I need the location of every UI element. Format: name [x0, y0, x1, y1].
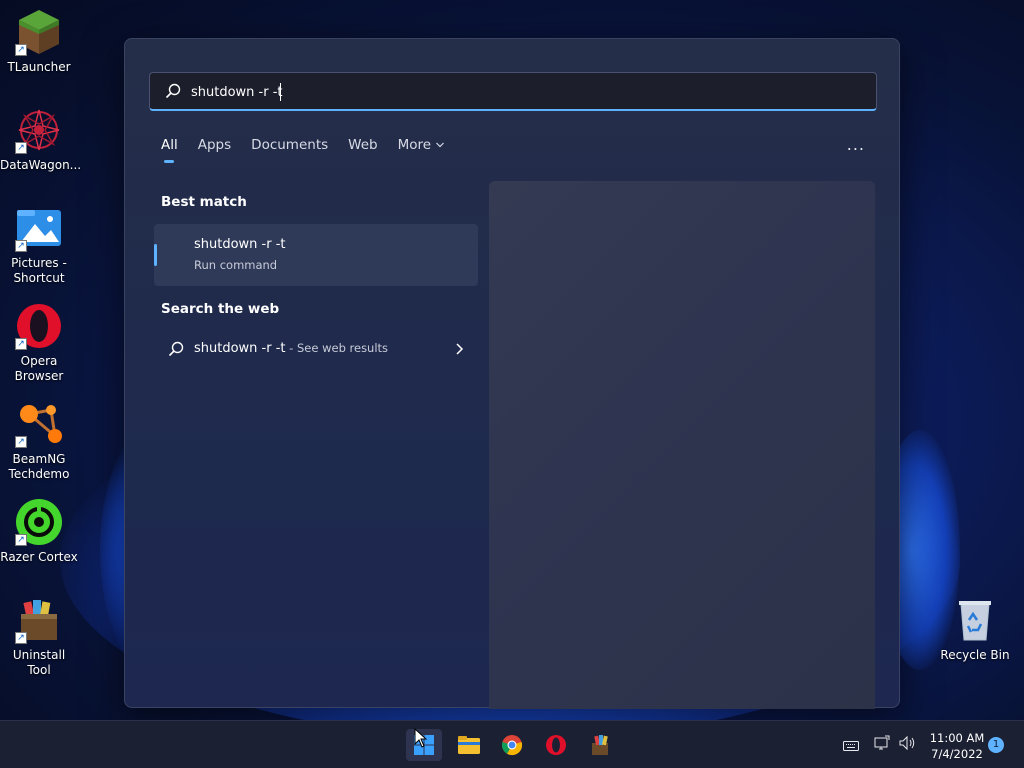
desktop-icon-uninstall-tool[interactable]: ↗ Uninstall Tool	[0, 596, 78, 678]
best-match-result[interactable]: shutdown -r -t Run command	[154, 224, 478, 286]
recycle-bin-icon	[951, 596, 999, 644]
filter-tabs: All Apps Documents Web More	[161, 137, 465, 163]
chevron-right-icon[interactable]	[454, 341, 464, 360]
taskbar-uninstall-tool[interactable]	[582, 729, 618, 761]
taskbar-file-explorer[interactable]	[450, 729, 486, 761]
search-input[interactable]	[191, 81, 851, 103]
web-query: shutdown -r -t	[194, 341, 286, 356]
preview-pane	[489, 181, 875, 709]
shortcut-arrow-icon: ↗	[15, 338, 27, 350]
start-search-panel: All Apps Documents Web More ... Best mat…	[124, 38, 900, 709]
search-box[interactable]	[149, 72, 877, 111]
opera-icon	[546, 735, 566, 755]
pictures-folder-icon: ↗	[15, 204, 63, 252]
best-match-name: shutdown -r -t	[194, 237, 286, 252]
taskbar-chrome[interactable]	[494, 729, 530, 761]
clock-time: 11:00 AM	[929, 731, 985, 745]
tab-all[interactable]: All	[161, 137, 178, 163]
tab-more-label: More	[397, 137, 432, 153]
shortcut-arrow-icon: ↗	[15, 632, 27, 644]
search-web-heading: Search the web	[161, 301, 280, 317]
desktop-icon-recycle-bin[interactable]: Recycle Bin	[936, 596, 1014, 663]
text-caret	[280, 83, 281, 101]
mouse-cursor-icon	[414, 727, 428, 752]
shortcut-arrow-icon: ↗	[15, 142, 27, 154]
uninstall-tool-icon: ↗	[15, 596, 63, 644]
file-explorer-icon	[458, 736, 480, 754]
beamng-icon: ↗	[15, 400, 63, 448]
selection-indicator	[154, 244, 157, 266]
desktop-icon-beamng[interactable]: ↗ BeamNG Techdemo	[0, 400, 78, 482]
network-icon[interactable]	[874, 735, 890, 755]
keyboard-icon[interactable]	[843, 737, 859, 756]
mandala-icon: ↗	[15, 106, 63, 154]
shortcut-arrow-icon: ↗	[15, 534, 27, 546]
clock[interactable]: 11:00 AM 7/4/2022	[926, 730, 988, 762]
tab-documents[interactable]: Documents	[251, 137, 328, 161]
desktop-icon-pictures[interactable]: ↗ Pictures - Shortcut	[0, 204, 78, 286]
clock-date: 7/4/2022	[931, 747, 983, 761]
desktop-icon-razer-cortex[interactable]: ↗ Razer Cortex	[0, 498, 78, 565]
best-match-subtitle: Run command	[194, 258, 278, 272]
shortcut-arrow-icon: ↗	[15, 240, 27, 252]
web-result-text: shutdown -r -t - See web results	[194, 341, 388, 356]
desktop-icon-datawagon[interactable]: ↗ DataWagon...	[0, 106, 81, 173]
tab-web[interactable]: Web	[348, 137, 377, 161]
tab-apps[interactable]: Apps	[198, 137, 231, 161]
best-match-heading: Best match	[161, 194, 247, 210]
taskbar-opera[interactable]	[538, 729, 574, 761]
desktop-icon-opera[interactable]: ↗ Opera Browser	[0, 302, 78, 384]
chevron-down-icon	[435, 137, 445, 153]
notification-badge[interactable]: 1	[988, 737, 1004, 753]
web-results-suffix: - See web results	[285, 341, 389, 355]
search-icon	[165, 83, 181, 103]
tab-more[interactable]: More	[398, 137, 446, 161]
taskbar: 11:00 AM 7/4/2022 1	[0, 720, 1024, 768]
opera-icon: ↗	[15, 302, 63, 350]
uninstall-tool-icon	[592, 735, 608, 755]
desktop-icon-tlauncher[interactable]: ↗ TLauncher	[0, 8, 78, 75]
shortcut-arrow-icon: ↗	[15, 436, 27, 448]
more-options-button[interactable]: ...	[847, 135, 865, 154]
chrome-icon	[501, 735, 523, 756]
web-search-result[interactable]: shutdown -r -t - See web results	[154, 335, 478, 363]
volume-icon[interactable]	[899, 735, 917, 755]
minecraft-block-icon: ↗	[15, 8, 63, 56]
razer-cortex-icon: ↗	[15, 498, 63, 546]
shortcut-arrow-icon: ↗	[15, 44, 27, 56]
search-icon	[168, 341, 184, 361]
